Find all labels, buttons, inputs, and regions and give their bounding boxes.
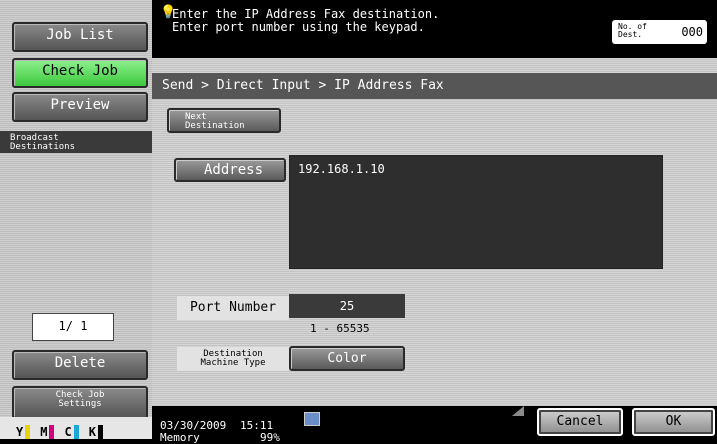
toner-m-bar bbox=[49, 425, 55, 439]
status-bar: 03/30/2009 15:11 Memory 99% Cancel OK bbox=[152, 406, 717, 444]
preview-button[interactable]: Preview bbox=[12, 92, 148, 122]
dest-count-label-2: Dest. bbox=[618, 30, 643, 39]
memory-label: Memory bbox=[160, 431, 200, 444]
destination-count-value: 000 bbox=[681, 25, 703, 39]
toner-c-label: C bbox=[64, 425, 72, 439]
check-job-button[interactable]: Check Job bbox=[12, 58, 148, 88]
destination-count: No. of Dest. 000 bbox=[612, 20, 707, 44]
cancel-button[interactable]: Cancel bbox=[537, 408, 623, 436]
color-button[interactable]: Color bbox=[289, 346, 405, 371]
destination-count-label: No. of Dest. bbox=[618, 23, 647, 39]
delete-button[interactable]: Delete bbox=[12, 350, 148, 380]
check-job-settings-button[interactable]: Check Job Settings bbox=[12, 386, 148, 419]
job-list-button[interactable]: Job List bbox=[12, 22, 148, 52]
toner-y-bar bbox=[25, 425, 31, 439]
corner-decoration bbox=[512, 406, 524, 416]
port-number-label: Port Number bbox=[177, 296, 289, 320]
next-destination-button[interactable]: Next Destination bbox=[167, 108, 281, 133]
broadcast-destinations-header: Broadcast Destinations bbox=[0, 131, 152, 153]
toner-y-label: Y bbox=[16, 425, 24, 439]
page-indicator: 1/ 1 bbox=[32, 313, 114, 341]
main-panel: Send > Direct Input > IP Address Fax Nex… bbox=[152, 58, 717, 406]
next-destination-label-2: Destination bbox=[185, 121, 245, 131]
network-icon bbox=[304, 412, 320, 426]
breadcrumb: Send > Direct Input > IP Address Fax bbox=[152, 73, 717, 99]
toner-k-label: K bbox=[88, 425, 96, 439]
broadcast-label-2: Destinations bbox=[10, 142, 76, 152]
toner-m-label: M bbox=[40, 425, 48, 439]
destination-machine-type-label: Destination Machine Type bbox=[177, 347, 289, 371]
address-button[interactable]: Address bbox=[174, 158, 286, 182]
dest-machine-label-2: Machine Type bbox=[200, 358, 266, 368]
toner-k-bar bbox=[97, 425, 103, 439]
address-field[interactable]: 192.168.1.10 bbox=[289, 155, 663, 269]
toner-levels: Y M C K bbox=[0, 417, 162, 439]
toner-c-bar bbox=[73, 425, 79, 439]
lightbulb-icon: 💡 bbox=[160, 5, 177, 20]
port-number-field[interactable]: 25 bbox=[289, 294, 405, 318]
port-range-hint: 1 - 65535 bbox=[310, 322, 370, 335]
left-panel: Job List Check Job Preview Broadcast Des… bbox=[0, 0, 162, 439]
check-job-settings-label-2: Settings bbox=[58, 399, 102, 409]
memory-value: 99% bbox=[260, 431, 280, 444]
ok-button[interactable]: OK bbox=[632, 408, 715, 436]
